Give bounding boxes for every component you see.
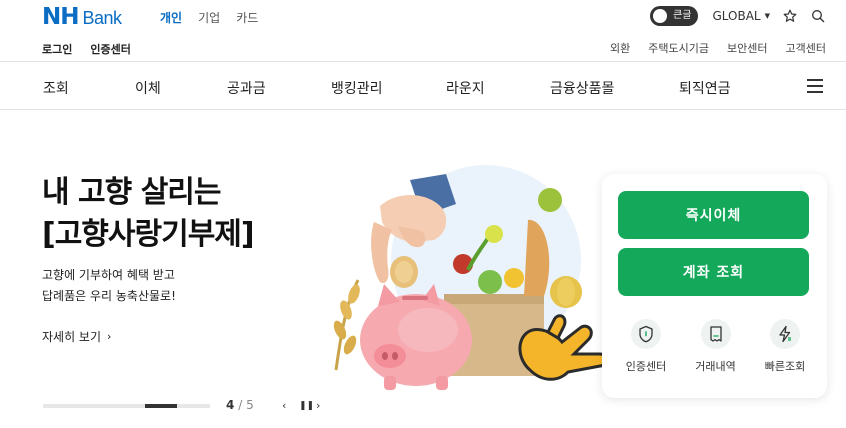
logo-mark: NH <box>42 4 79 30</box>
nav-financial-products[interactable]: 금융상품몰 <box>550 78 614 98</box>
tab-card[interactable]: 카드 <box>236 9 258 26</box>
pause-icon[interactable]: ❚❚ <box>299 401 314 411</box>
hero-title-line1: 내 고향 살리는 <box>42 175 221 210</box>
nav-retirement-pension[interactable]: 퇴직연금 <box>679 78 731 98</box>
util-left: 로그인 인증센터 <box>42 41 131 57</box>
top-bar: NH Bank 개인 기업 카드 큰글 GLOBAL ▼ <box>0 0 846 34</box>
nav-inquiry[interactable]: 조회 <box>43 78 69 98</box>
pager-current: 4 <box>226 398 235 412</box>
tab-personal[interactable]: 개인 <box>160 9 182 26</box>
nav-utility-bills[interactable]: 공과금 <box>227 78 266 98</box>
login-link[interactable]: 로그인 <box>42 41 72 57</box>
slide-progress-bar <box>43 404 210 408</box>
shield-icon <box>631 319 661 349</box>
global-label: GLOBAL <box>712 9 761 23</box>
site-tabs: 개인 기업 카드 <box>160 9 258 26</box>
lightning-icon <box>770 319 800 349</box>
wheat-icon <box>333 279 360 371</box>
chevron-right-icon: › <box>107 330 112 343</box>
instant-transfer-button[interactable]: 즉시이체 <box>618 191 809 239</box>
security-center-link[interactable]: 보안센터 <box>727 40 767 56</box>
transaction-history-shortcut[interactable]: 거래내역 <box>684 319 748 374</box>
see-more-link[interactable]: 자세히 보기 › <box>42 328 111 345</box>
global-menu[interactable]: GLOBAL ▼ <box>712 9 770 23</box>
prev-slide-icon[interactable]: ‹ <box>282 399 286 412</box>
nh-bank-logo[interactable]: NH Bank <box>42 5 122 29</box>
toggle-knob <box>653 9 668 23</box>
quick-inquiry-shortcut[interactable]: 빠른조회 <box>753 319 817 374</box>
toggle-label: 큰글 <box>673 10 692 21</box>
customer-center-link[interactable]: 고객센터 <box>786 40 826 56</box>
main-nav: 조회 이체 공과금 뱅킹관리 라운지 금융상품몰 퇴직연금 <box>0 63 846 110</box>
hero-illustration-svg <box>333 165 608 390</box>
nav-banking-management[interactable]: 뱅킹관리 <box>331 78 383 98</box>
quick-action-panel: 즉시이체 계좌 조회 인증센터 거래내역 빠른조회 <box>602 174 827 398</box>
hero-description: 고향에 기부하여 혜택 받고 답례품은 우리 농축산물로! <box>42 265 176 307</box>
top-right-tools: 큰글 GLOBAL ▼ <box>650 6 826 26</box>
menu-hamburger-icon[interactable] <box>807 79 823 93</box>
receipt-icon <box>700 319 731 349</box>
caret-down-icon: ▼ <box>764 12 770 20</box>
utility-bar: 로그인 인증센터 외환 주택도시기금 보안센터 고객센터 <box>0 34 846 62</box>
favorite-star-icon[interactable] <box>782 8 798 24</box>
foreign-exchange-link[interactable]: 외환 <box>610 40 630 56</box>
hero-desc-line1: 고향에 기부하여 혜택 받고 <box>42 268 175 282</box>
logo-wordmark: Bank <box>82 8 123 28</box>
pager-separator: / <box>238 398 243 412</box>
cert-center-link[interactable]: 인증센터 <box>90 41 130 57</box>
account-inquiry-button[interactable]: 계좌 조회 <box>618 248 809 296</box>
search-icon[interactable] <box>810 8 826 24</box>
hero-desc-line2: 답례품은 우리 농축산물로! <box>42 289 176 303</box>
nav-lounge[interactable]: 라운지 <box>446 78 485 98</box>
util-right: 외환 주택도시기금 보안센터 고객센터 <box>610 40 826 56</box>
pager-total: 5 <box>246 398 254 412</box>
transaction-history-label: 거래내역 <box>695 360 736 373</box>
see-more-label: 자세히 보기 <box>42 330 102 344</box>
hero-title: 내 고향 살리는 [고향사랑기부제] <box>42 172 255 256</box>
quick-inquiry-label: 빠른조회 <box>764 360 806 373</box>
large-text-toggle[interactable]: 큰글 <box>650 6 699 26</box>
cert-center-label: 인증센터 <box>625 360 667 373</box>
slide-progress-fill <box>144 404 177 408</box>
cert-center-shortcut[interactable]: 인증센터 <box>614 319 678 374</box>
nav-transfer[interactable]: 이체 <box>135 78 161 98</box>
slide-pager: 4 / 5 <box>226 398 254 412</box>
hero-illustration <box>318 160 608 410</box>
tab-business[interactable]: 기업 <box>198 9 220 26</box>
hero-title-line2: [고향사랑기부제] <box>42 217 255 252</box>
housing-fund-link[interactable]: 주택도시기금 <box>648 40 709 56</box>
quick-icon-row: 인증센터 거래내역 빠른조회 <box>614 319 817 374</box>
